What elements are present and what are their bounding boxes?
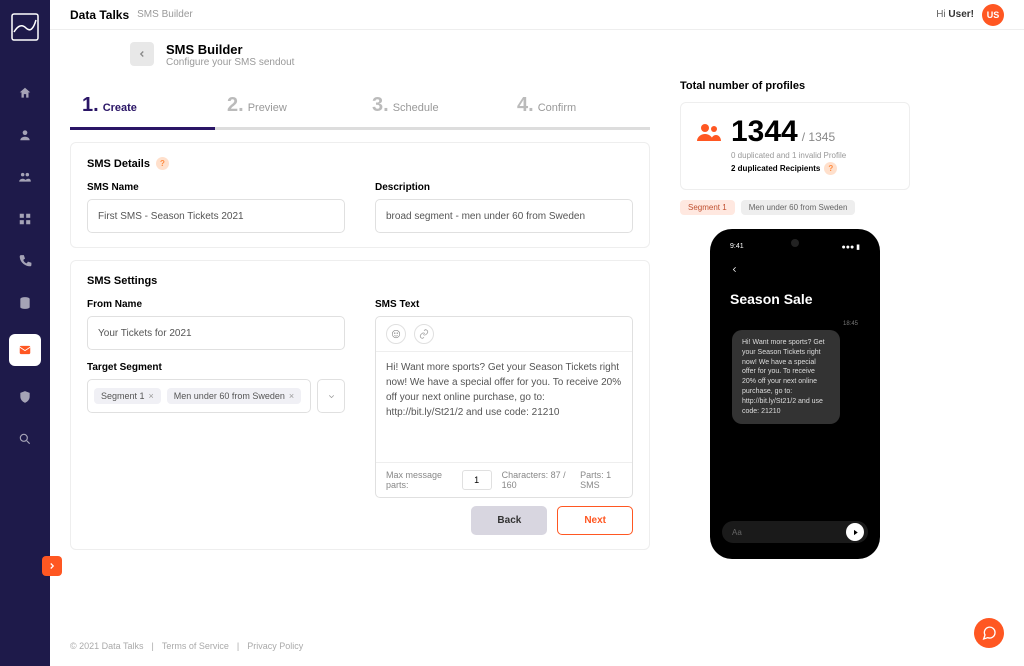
next-button[interactable]: Next (557, 506, 633, 535)
avatar[interactable]: US (982, 4, 1004, 26)
phone-signal-icon: ●●● ▮ (842, 243, 860, 251)
privacy-link[interactable]: Privacy Policy (247, 641, 303, 651)
target-segment-input[interactable]: Segment 1× Men under 60 from Sweden× (87, 379, 311, 413)
phone-back-icon (720, 255, 870, 285)
sidebar (0, 0, 50, 666)
copyright: © 2021 Data Talks (70, 641, 144, 651)
segment-tag: Men under 60 from Sweden× (167, 388, 301, 404)
people-icon (697, 123, 721, 141)
sms-details-card: SMS Details? SMS Name Description (70, 142, 650, 248)
phone-notch (791, 239, 799, 247)
link-button[interactable] (414, 324, 434, 344)
phone-time: 9:41 (730, 243, 744, 251)
phone-title: Season Sale (720, 285, 870, 321)
duplicated-text: 0 duplicated and 1 invalid Profile (731, 151, 846, 160)
from-name-label: From Name (87, 299, 345, 310)
phone-input-placeholder: Aa (732, 528, 742, 537)
topbar: Data Talks SMS Builder Hi User! US (50, 0, 1024, 30)
page-title: SMS Builder (166, 42, 294, 57)
logo (10, 12, 40, 42)
brand: Data Talks (70, 8, 129, 22)
phone-preview: 9:41 ●●● ▮ Season Sale 18:45 Hi! Want mor… (710, 229, 880, 559)
sms-name-input[interactable] (87, 199, 345, 233)
chat-button[interactable] (974, 618, 1004, 648)
back-button[interactable]: Back (471, 506, 547, 535)
sms-settings-card: SMS Settings From Name Target Segment Se… (70, 260, 650, 550)
emoji-button[interactable] (386, 324, 406, 344)
footer: © 2021 Data Talks | Terms of Service | P… (50, 626, 1024, 666)
max-parts-input[interactable] (462, 470, 492, 490)
stepper: 1.Create 2.Preview 3.Schedule 4.Confirm (70, 80, 650, 130)
sms-details-title: SMS Details (87, 158, 150, 170)
nav-shield[interactable] (14, 386, 36, 408)
page-subtitle: Configure your SMS sendout (166, 57, 294, 68)
sms-settings-title: SMS Settings (87, 275, 157, 287)
remove-tag-icon[interactable]: × (289, 391, 294, 401)
char-count: Characters: 87 / 160 (502, 470, 566, 490)
from-name-input[interactable] (87, 316, 345, 350)
nav-mail[interactable] (9, 334, 41, 366)
duplicated-recipients: 2 duplicated Recipients (731, 164, 820, 173)
description-input[interactable] (375, 199, 633, 233)
nav-people[interactable] (14, 166, 36, 188)
step-preview[interactable]: 2.Preview (215, 80, 360, 130)
send-icon (846, 523, 864, 541)
nav-grid[interactable] (14, 208, 36, 230)
parts-count: Parts: 1 SMS (580, 470, 622, 490)
back-icon-button[interactable] (130, 42, 154, 66)
help-icon[interactable]: ? (156, 157, 169, 170)
max-parts-label: Max message parts: (386, 470, 452, 490)
sms-name-label: SMS Name (87, 182, 345, 193)
segment-pill: Segment 1 (680, 200, 735, 215)
nav-search[interactable] (14, 428, 36, 450)
sms-text-label: SMS Text (375, 299, 633, 310)
message-bubble: Hi! Want more sports? Get your Season Ti… (732, 330, 840, 424)
profile-total: / 1345 (802, 130, 835, 144)
profiles-title: Total number of profiles (680, 80, 910, 92)
sms-text-input[interactable]: Hi! Want more sports? Get your Season Ti… (376, 352, 632, 462)
nav-user[interactable] (14, 124, 36, 146)
remove-tag-icon[interactable]: × (149, 391, 154, 401)
profiles-card: 1344 / 1345 0 duplicated and 1 invalid Pr… (680, 102, 910, 190)
nav-phone[interactable] (14, 250, 36, 272)
terms-link[interactable]: Terms of Service (162, 641, 229, 651)
segment-pill: Men under 60 from Sweden (741, 200, 856, 215)
nav-home[interactable] (14, 82, 36, 104)
profile-count: 1344 (731, 115, 798, 148)
target-segment-label: Target Segment (87, 362, 345, 373)
phone-input: Aa (722, 521, 868, 543)
segment-tag: Segment 1× (94, 388, 161, 404)
description-label: Description (375, 182, 633, 193)
step-create[interactable]: 1.Create (70, 80, 215, 130)
nav-database[interactable] (14, 292, 36, 314)
user-greeting: Hi User! (936, 9, 974, 20)
step-schedule[interactable]: 3.Schedule (360, 80, 505, 130)
help-icon[interactable]: ? (824, 162, 837, 175)
step-confirm[interactable]: 4.Confirm (505, 80, 650, 130)
message-time: 18:45 (720, 321, 870, 330)
segment-dropdown[interactable] (317, 379, 345, 413)
breadcrumb: SMS Builder (137, 9, 193, 20)
